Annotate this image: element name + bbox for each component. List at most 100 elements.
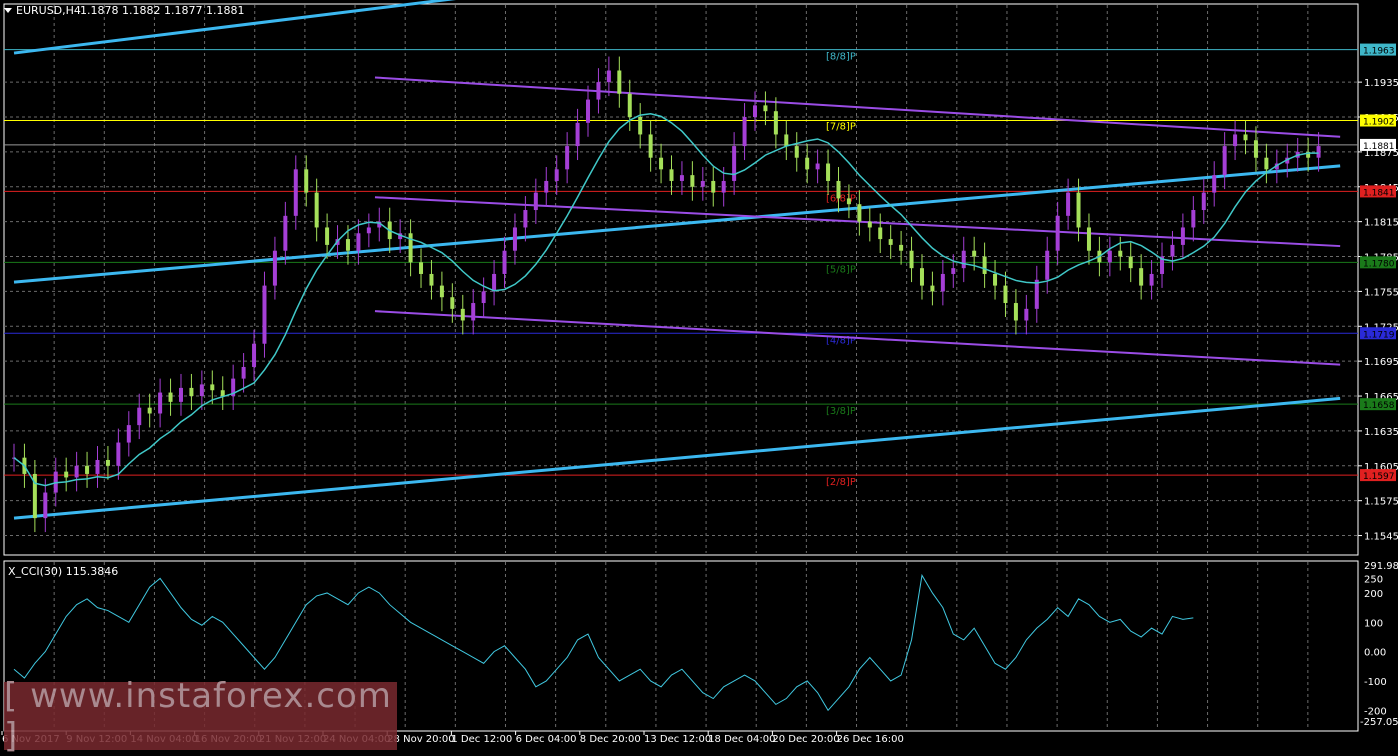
cci-tick-label: -100	[1364, 677, 1387, 688]
candle-body	[471, 303, 476, 321]
level-label: [2/8]P	[826, 477, 856, 488]
candle-body	[1024, 308, 1029, 321]
candle-body	[492, 273, 497, 292]
candle-body	[1253, 140, 1258, 158]
candle-body	[116, 442, 121, 466]
candle-body	[1212, 175, 1217, 193]
price-tick-label: 1.1935	[1364, 78, 1398, 89]
level-price-label: 1.1780	[1363, 259, 1395, 269]
candle-body	[951, 268, 956, 274]
candle-body	[1149, 273, 1154, 286]
candle-body	[481, 291, 486, 304]
candle-body	[1264, 157, 1269, 170]
candle-body	[95, 459, 100, 474]
candle-body	[1191, 210, 1196, 228]
candle-body	[439, 285, 444, 298]
candle-body	[554, 169, 559, 181]
candle-body	[137, 407, 142, 426]
candle-body	[126, 425, 131, 443]
candle-body	[105, 459, 110, 466]
watermark-text: [ www.instaforex.com ]	[4, 676, 392, 756]
candle-body	[1013, 303, 1018, 321]
candle-body	[940, 273, 945, 292]
candle-body	[763, 105, 768, 112]
candle-body	[1316, 146, 1321, 158]
level-price-label: 1.1963	[1363, 47, 1395, 57]
candle-body	[815, 163, 820, 170]
symbol-label: EURUSD,H4	[16, 4, 81, 17]
current-price-label: 1.1881	[1363, 142, 1395, 152]
candle-body	[1243, 134, 1248, 141]
candle-body	[1045, 250, 1050, 280]
candle-body	[805, 157, 810, 170]
candle-body	[304, 169, 309, 193]
time-tick-label: 1 Dec 12:00	[451, 734, 512, 745]
candle-body	[189, 387, 194, 397]
cci-tick-label: 0.00	[1364, 648, 1386, 659]
level-price-label: 1.1658	[1363, 401, 1395, 411]
candle-body	[606, 70, 611, 83]
candle-body	[752, 105, 757, 118]
cci-tick-label: 200	[1364, 589, 1383, 600]
candle-body	[1139, 268, 1144, 286]
candle-body	[366, 227, 371, 234]
cci-min-label: -257.052	[1360, 717, 1398, 728]
candle-body	[168, 392, 173, 402]
cci-label: X_CCI(30) 115.3846	[8, 565, 118, 578]
candle-body	[64, 471, 69, 478]
price-tick-label: 1.1545	[1364, 532, 1398, 543]
candle-body	[1107, 250, 1112, 263]
candle-body	[283, 215, 288, 251]
cci-tick-label: 250	[1364, 574, 1383, 585]
candle-body	[1066, 192, 1071, 216]
candle-body	[993, 273, 998, 286]
cci-max-label: 291.98	[1364, 561, 1398, 572]
candle-body	[617, 70, 622, 94]
time-tick-label: 13 Dec 12:00	[644, 734, 711, 745]
candle-body	[930, 285, 935, 292]
candle-body	[1003, 285, 1008, 304]
candle-body	[1086, 227, 1091, 251]
time-tick-label: 20 Dec 20:00	[772, 734, 839, 745]
candle-body	[325, 227, 330, 245]
level-price-label: 1.1841	[1363, 188, 1395, 198]
candle-body	[158, 392, 163, 414]
level-price-label: 1.1719	[1363, 330, 1395, 340]
candle-body	[1055, 215, 1060, 251]
ohlc-label: 1.1878 1.1882 1.1877 1.1881	[80, 4, 244, 17]
candle-body	[241, 366, 246, 379]
candle-body	[679, 175, 684, 181]
candle-body	[784, 134, 789, 147]
candle-body	[356, 233, 361, 251]
time-tick-label: 26 Dec 16:00	[837, 734, 904, 745]
candle-body	[85, 465, 90, 474]
candle-body	[909, 250, 914, 269]
candle-body	[210, 384, 215, 391]
candle-body	[648, 134, 653, 158]
candle-body	[888, 239, 893, 245]
candle-body	[419, 262, 424, 274]
candle-body	[1076, 192, 1081, 228]
price-chart: [8/8]P[7/8]P[6/8]P[5/8]P[4/8]P[3/8]P[2/8…	[0, 0, 1398, 750]
candle-body	[314, 192, 319, 228]
candle-body	[460, 308, 465, 321]
candle-body	[565, 146, 570, 170]
watermark: [ www.instaforex.com ]	[4, 676, 397, 756]
candle-body	[1170, 244, 1175, 257]
candle-body	[345, 239, 350, 251]
price-tick-label: 1.1635	[1364, 427, 1398, 438]
candle-body	[638, 117, 643, 135]
candle-body	[1233, 134, 1238, 147]
level-label: [5/8]P	[826, 264, 856, 275]
candle-body	[867, 221, 872, 228]
price-tick-label: 1.1575	[1364, 497, 1398, 508]
candle-body	[502, 250, 507, 274]
candle-body	[596, 82, 601, 100]
candle-body	[826, 163, 831, 181]
price-tick-label: 1.1695	[1364, 357, 1398, 368]
candle-body	[1118, 250, 1123, 257]
candle-body	[846, 198, 851, 205]
level-label: [7/8]P	[826, 121, 856, 132]
candle-body	[220, 390, 225, 397]
candle-body	[293, 169, 298, 216]
